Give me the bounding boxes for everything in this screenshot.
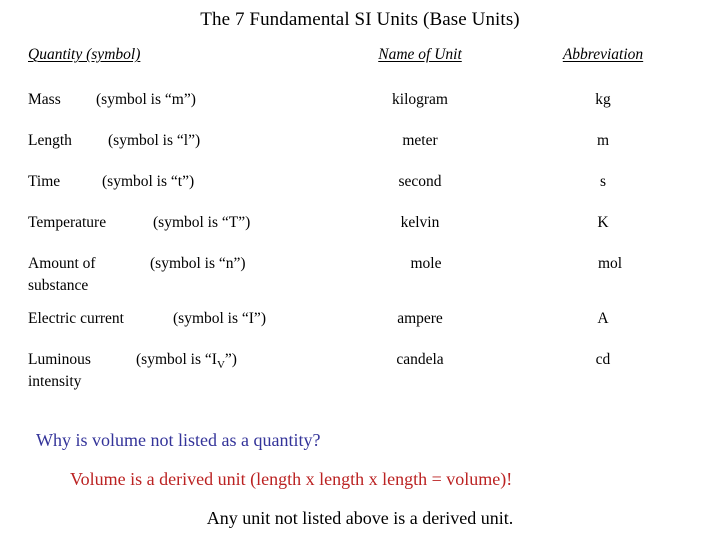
cell-symbol: (symbol is “l”) (108, 132, 201, 149)
slide-canvas: The 7 Fundamental SI Units (Base Units) … (0, 0, 720, 540)
cell-symbol-suffix: ”) (224, 351, 237, 368)
cell-symbol-subscript: V (216, 359, 225, 372)
table-row: Time (symbol is “t”) second s (0, 171, 720, 193)
cell-symbol: (symbol is “t”) (102, 173, 195, 190)
table-row: Mass (symbol is “m”) kilogram kg (0, 89, 720, 111)
cell-abbreviation: kg (595, 91, 611, 108)
table-row: Amount of substance (symbol is “n”) mole… (0, 253, 720, 297)
cell-quantity: Temperature (28, 214, 107, 231)
cell-quantity: Time (28, 173, 61, 190)
note-closing: Any unit not listed above is a derived u… (206, 508, 514, 528)
cell-abbreviation: m (596, 132, 610, 149)
cell-unit-name: second (398, 173, 442, 190)
cell-unit-name: meter (402, 132, 438, 149)
cell-quantity: Electric current (28, 310, 124, 327)
cell-abbreviation: A (597, 310, 609, 327)
cell-quantity: Mass (28, 91, 61, 108)
table-body: Mass (symbol is “m”) kilogram kg Length … (0, 0, 720, 540)
cell-abbreviation: K (597, 214, 609, 231)
cell-symbol: (symbol is “n”) (150, 255, 246, 272)
cell-symbol: (symbol is “T”) (153, 214, 251, 231)
table-row: Electric current (symbol is “I”) ampere … (0, 308, 720, 330)
cell-abbreviation: mol (597, 255, 623, 272)
table-row: Luminous intensity (symbol is “IV”) cand… (0, 349, 720, 393)
cell-symbol: (symbol is “m”) (96, 91, 196, 108)
cell-abbreviation: s (599, 173, 607, 190)
note-answer: Volume is a derived unit (length x lengt… (70, 469, 513, 489)
cell-quantity: Luminous (28, 351, 91, 368)
cell-symbol-prefix: (symbol is “I (136, 351, 217, 368)
cell-unit-name: ampere (397, 310, 443, 327)
cell-quantity-line2: substance (28, 277, 89, 294)
cell-unit-name: kilogram (392, 91, 448, 108)
cell-unit-name: mole (410, 255, 442, 272)
cell-symbol: (symbol is “I”) (173, 310, 266, 327)
cell-unit-name: candela (396, 351, 444, 368)
cell-symbol: (symbol is “IV”) (136, 349, 237, 372)
table-row: Temperature (symbol is “T”) kelvin K (0, 212, 720, 234)
cell-unit-name: kelvin (400, 214, 440, 231)
cell-quantity: Amount of (28, 255, 96, 272)
cell-abbreviation: cd (595, 351, 611, 368)
table-row: Length (symbol is “l”) meter m (0, 130, 720, 152)
cell-quantity: Length (28, 132, 72, 149)
note-question: Why is volume not listed as a quantity? (36, 430, 321, 450)
cell-quantity-line2: intensity (28, 373, 82, 390)
